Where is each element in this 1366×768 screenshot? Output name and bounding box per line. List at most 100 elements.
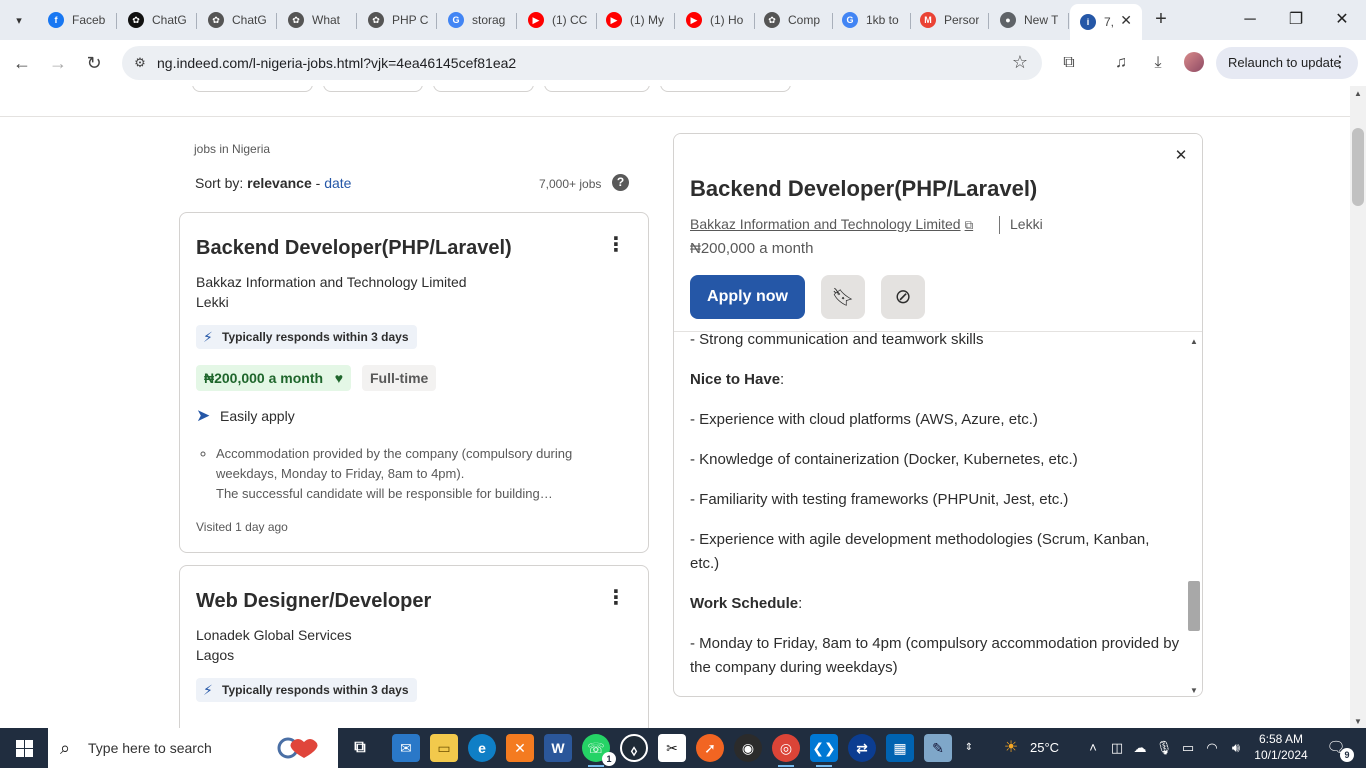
- back-button[interactable]: ←: [10, 51, 34, 75]
- show-hidden-icons-icon[interactable]: ˄: [1084, 738, 1102, 758]
- obs-icon[interactable]: ◉: [734, 734, 762, 762]
- apply-now-button[interactable]: Apply now: [690, 275, 805, 319]
- browser-tab[interactable]: ✿ ChatG: [118, 6, 190, 34]
- close-icon[interactable]: ✕: [1171, 146, 1191, 166]
- scroll-up-arrow-icon[interactable]: ▲: [1354, 89, 1362, 98]
- volume-icon[interactable]: 🔊︎: [1227, 738, 1245, 758]
- browser-tab[interactable]: i 7, ✕: [1070, 4, 1142, 40]
- browser-tab[interactable]: Gstorag: [438, 6, 510, 34]
- browser-tab[interactable]: ▶ (1) My: [596, 6, 668, 34]
- scroll-up-arrow-icon[interactable]: ▲: [1190, 337, 1198, 346]
- more-options-icon[interactable]: ⋮: [604, 233, 628, 257]
- job-card[interactable]: Web Designer/Developer ⋮ Lonadek Global …: [179, 565, 649, 728]
- downloads-icon[interactable]: ⤓: [1147, 52, 1169, 74]
- teamviewer-icon[interactable]: ⇄: [848, 734, 876, 762]
- microphone-icon[interactable]: 🎙︎: [1155, 738, 1173, 758]
- whatsapp-icon[interactable]: ☏ 1: [582, 734, 616, 767]
- windows-start-icon[interactable]: [8, 736, 40, 760]
- job-card[interactable]: Backend Developer(PHP/Laravel) ⋮ Bakkaz …: [179, 212, 649, 553]
- tab-search-button[interactable]: ▾: [6, 8, 32, 32]
- minimize-button[interactable]: ─: [1230, 8, 1270, 32]
- scrollbar-thumb[interactable]: [1188, 581, 1200, 631]
- section-heading: Work Schedule:: [690, 595, 803, 612]
- sort-date-link[interactable]: date: [324, 175, 351, 191]
- media-controls-icon[interactable]: ♫: [1110, 52, 1132, 74]
- address-bar[interactable]: ⚙ ng.indeed.com/l-nigeria-jobs.html?vjk=…: [122, 46, 1042, 80]
- notification-center-icon[interactable]: 🗨︎ 9: [1322, 736, 1354, 762]
- capcut-icon[interactable]: ✂: [658, 734, 686, 762]
- filter-pill[interactable]: [323, 86, 423, 92]
- detail-salary: ₦200,000 a month: [690, 240, 814, 257]
- relaunch-label: Relaunch to update: [1228, 55, 1341, 70]
- mongodb-compass-icon[interactable]: ⬨: [620, 734, 648, 762]
- detail-company-name[interactable]: Bakkaz Information and Technology Limite…: [690, 216, 961, 232]
- postman-icon[interactable]: ➚: [696, 734, 724, 762]
- filter-pill[interactable]: [192, 86, 313, 92]
- edge-icon[interactable]: e: [468, 734, 496, 762]
- browser-tab[interactable]: f Faceb: [38, 6, 110, 34]
- filter-pill[interactable]: [433, 86, 534, 92]
- word-icon[interactable]: W: [544, 734, 572, 762]
- site-info-icon[interactable]: ⚙: [130, 53, 150, 73]
- browser-tab[interactable]: ✿ What: [278, 6, 350, 34]
- more-options-icon[interactable]: ⋮: [604, 586, 628, 610]
- extensions-icon[interactable]: ⧉: [1058, 52, 1080, 74]
- detail-location: Lekki: [1010, 216, 1043, 232]
- browser-tab[interactable]: ✿ PHP C: [358, 6, 430, 34]
- browser-tab[interactable]: M Persor: [910, 6, 982, 34]
- mail-icon[interactable]: ✉: [392, 734, 420, 762]
- system-clock[interactable]: 6:58 AM 10/1/2024: [1250, 731, 1312, 763]
- tab-title: 7,: [1104, 15, 1115, 29]
- scroll-down-arrow-icon[interactable]: ▼: [1354, 717, 1362, 726]
- file-explorer-icon[interactable]: ▭: [430, 734, 458, 762]
- notification-count: 9: [1340, 748, 1354, 762]
- profile-avatar[interactable]: [1184, 52, 1204, 72]
- reload-button[interactable]: ↻: [82, 51, 106, 75]
- filter-pill[interactable]: [544, 86, 650, 92]
- close-window-button[interactable]: ✕: [1322, 8, 1362, 32]
- detail-company-link[interactable]: Bakkaz Information and Technology Limite…: [690, 216, 973, 233]
- url-text[interactable]: ng.indeed.com/l-nigeria-jobs.html?vjk=4e…: [157, 55, 516, 71]
- scroll-down-arrow-icon[interactable]: ▼: [1190, 686, 1198, 695]
- chatgpt-icon: ✿: [208, 12, 224, 28]
- browser-tab[interactable]: ▶ (1) Ho: [676, 6, 748, 34]
- xampp-icon[interactable]: ✕: [506, 734, 534, 762]
- restore-button[interactable]: ❐: [1276, 8, 1316, 32]
- taskbar-search[interactable]: ⌕ Type here to search: [48, 728, 338, 768]
- browser-tab[interactable]: G 1kb to: [832, 6, 904, 34]
- relaunch-button[interactable]: Relaunch to update ⋮: [1216, 47, 1358, 79]
- taskbar-scroll-icon[interactable]: ⇕: [960, 738, 978, 758]
- browser-tab[interactable]: ✿ Comp: [754, 6, 826, 34]
- browser-tab[interactable]: ● New T: [990, 6, 1062, 34]
- microsoft-store-icon[interactable]: ▦: [886, 734, 914, 762]
- not-interested-button[interactable]: ⊘: [881, 275, 925, 319]
- weather-temp[interactable]: 25°C: [1030, 728, 1059, 768]
- scrollbar-thumb[interactable]: [1352, 128, 1364, 206]
- wifi-icon[interactable]: ◠: [1203, 738, 1221, 758]
- new-tab-button[interactable]: +: [1150, 9, 1172, 31]
- meet-now-icon[interactable]: ◫: [1108, 738, 1126, 758]
- chrome-icon[interactable]: ◎: [772, 734, 800, 767]
- snippet-item: Accommodation provided by the company (c…: [216, 444, 616, 484]
- page-scrollbar[interactable]: ▲ ▼: [1350, 86, 1366, 728]
- help-icon[interactable]: ?: [612, 174, 629, 191]
- tab-title: Faceb: [72, 13, 106, 27]
- filter-pill[interactable]: [660, 86, 791, 92]
- vscode-icon[interactable]: ❮❯: [810, 734, 838, 767]
- battery-icon[interactable]: ▭: [1179, 738, 1197, 758]
- job-title[interactable]: Backend Developer(PHP/Laravel): [196, 237, 512, 260]
- bookmark-star-icon[interactable]: ☆: [1012, 52, 1028, 73]
- browser-tab[interactable]: ✿ ChatG: [198, 6, 270, 34]
- notes-icon[interactable]: ✎: [924, 734, 952, 762]
- more-menu-icon[interactable]: ⋮: [1332, 47, 1348, 79]
- close-tab-icon[interactable]: ✕: [1120, 12, 1132, 29]
- weather-icon[interactable]: ☀: [1002, 738, 1020, 758]
- forward-button[interactable]: →: [46, 51, 70, 75]
- onedrive-cloud-icon[interactable]: ☁: [1131, 738, 1149, 758]
- save-job-button[interactable]: 🔖︎: [821, 275, 865, 319]
- taskbar-search-placeholder[interactable]: Type here to search: [88, 740, 212, 756]
- job-title[interactable]: Web Designer/Developer: [196, 590, 431, 613]
- description-scrollbar[interactable]: ▲ ▼: [1186, 333, 1202, 696]
- browser-tab[interactable]: ▶ (1) CC: [518, 6, 590, 34]
- task-view-icon[interactable]: ⧉: [346, 734, 374, 762]
